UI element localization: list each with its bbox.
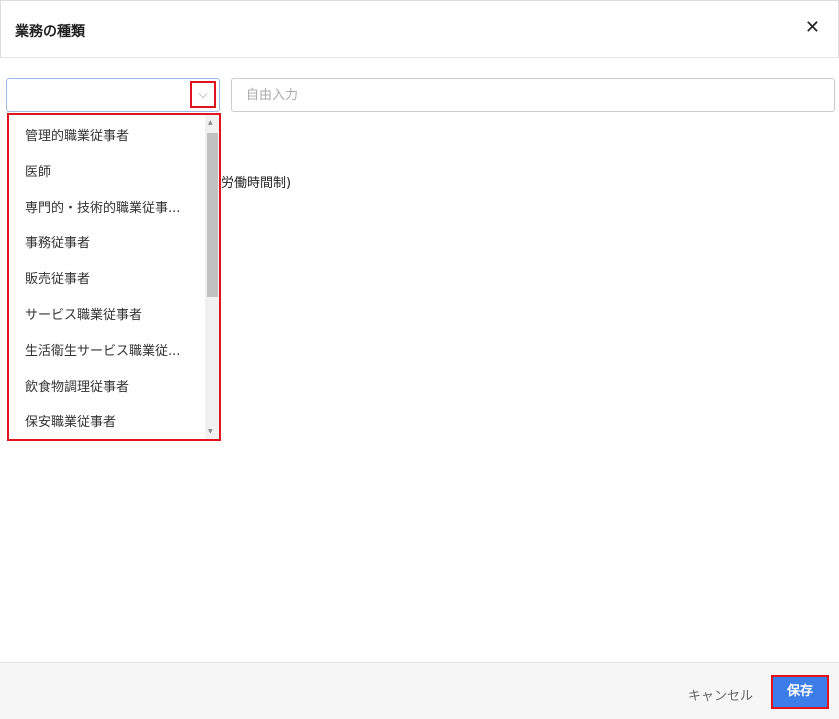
scroll-down-icon[interactable]: ▼: [208, 428, 213, 435]
dropdown-option[interactable]: サービス職業従事者: [9, 298, 205, 334]
job-type-select[interactable]: [6, 78, 220, 112]
close-icon[interactable]: ✕: [805, 17, 820, 38]
save-button[interactable]: 保存: [771, 675, 829, 709]
dropdown-option[interactable]: 専門的・技術的職業従事...: [9, 191, 205, 227]
free-input[interactable]: [231, 78, 835, 112]
dialog-header: 業務の種類 ✕: [0, 0, 839, 58]
dropdown-list: 管理的職業従事者 医師 専門的・技術的職業従事... 事務従事者 販売従事者 サービス職業…: [7, 113, 221, 441]
cancel-button[interactable]: キャンセル: [688, 685, 753, 704]
dropdown-option[interactable]: 管理的職業従事者: [9, 119, 205, 155]
dropdown-option[interactable]: 販売従事者: [9, 262, 205, 298]
scrollbar[interactable]: ▲ ▼: [205, 115, 219, 439]
dropdown-option[interactable]: 飲食物調理従事者: [9, 370, 205, 406]
scroll-up-icon[interactable]: ▲: [208, 119, 213, 126]
dialog-title: 業務の種類: [15, 24, 85, 40]
dropdown-option[interactable]: 医師: [9, 155, 205, 191]
dropdown-option[interactable]: 事務従事者: [9, 226, 205, 262]
chevron-down-icon[interactable]: ⌵: [190, 81, 216, 108]
background-label: 労働時間制): [221, 176, 292, 191]
dropdown-option[interactable]: 生活衛生サービス職業従...: [9, 334, 205, 370]
dropdown-option[interactable]: 保安職業従事者: [9, 405, 205, 439]
scrollbar-thumb[interactable]: [207, 133, 218, 297]
